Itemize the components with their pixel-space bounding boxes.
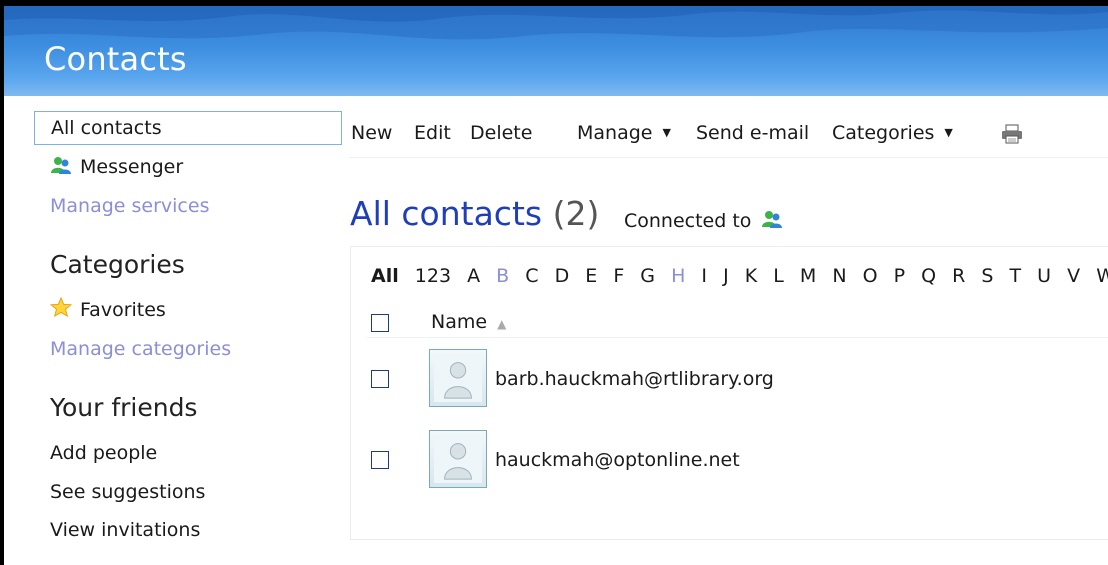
view-invitations-label: View invitations xyxy=(50,519,201,541)
alpha-filter-o[interactable]: O xyxy=(863,265,878,287)
send-email-button[interactable]: Send e-mail xyxy=(696,122,809,144)
alpha-filter-s[interactable]: S xyxy=(981,265,993,287)
categories-heading: Categories xyxy=(34,248,342,282)
select-all-checkbox[interactable] xyxy=(371,314,389,332)
view-invitations-link[interactable]: View invitations xyxy=(34,513,342,547)
header-divider xyxy=(367,337,1108,338)
avatar[interactable] xyxy=(429,349,487,407)
sidebar-item-favorites[interactable]: Favorites xyxy=(34,293,342,327)
sort-ascending-icon: ▲ xyxy=(497,317,507,331)
header-banner: Contacts xyxy=(4,6,1108,96)
contact-email[interactable]: hauckmah@optonline.net xyxy=(495,449,740,471)
alpha-filter-a[interactable]: A xyxy=(467,265,480,287)
add-people-link[interactable]: Add people xyxy=(34,436,342,470)
alpha-filter-j[interactable]: J xyxy=(723,265,729,287)
alpha-filter-f[interactable]: F xyxy=(613,265,624,287)
alpha-filter-e[interactable]: E xyxy=(585,265,597,287)
see-suggestions-label: See suggestions xyxy=(50,481,206,503)
manage-categories-label: Manage categories xyxy=(50,338,232,360)
alpha-filter-l[interactable]: L xyxy=(773,265,784,287)
avatar[interactable] xyxy=(429,430,487,488)
sidebar-item-messenger[interactable]: Messenger xyxy=(34,150,342,184)
sidebar-item-label: Favorites xyxy=(80,299,166,321)
person-silhouette-icon xyxy=(434,354,482,402)
connected-to-text: Connected to xyxy=(624,210,752,232)
caret-down-icon: ▼ xyxy=(662,126,671,139)
edit-button[interactable]: Edit xyxy=(414,122,451,144)
your-friends-heading: Your friends xyxy=(34,391,342,425)
alpha-filter-r[interactable]: R xyxy=(952,265,965,287)
column-header-name-label: Name xyxy=(431,311,488,333)
delete-button[interactable]: Delete xyxy=(470,122,532,144)
page-title-text: All contacts xyxy=(350,194,543,233)
alpha-filter-q[interactable]: Q xyxy=(921,265,936,287)
sidebar-item-label: Messenger xyxy=(80,156,184,178)
printer-icon[interactable] xyxy=(1001,124,1023,149)
manage-services-label: Manage services xyxy=(50,195,210,217)
alpha-filter-d[interactable]: D xyxy=(555,265,570,287)
window-frame: Contacts All contacts Messenger Manage s… xyxy=(4,6,1108,565)
categories-menu-label: Categories xyxy=(832,122,935,144)
messenger-icon xyxy=(50,151,72,185)
contact-count: (2) xyxy=(552,194,600,233)
sidebar-item-all-contacts[interactable]: All contacts xyxy=(34,111,342,145)
categories-heading-text: Categories xyxy=(50,250,185,279)
messenger-icon[interactable] xyxy=(761,210,783,233)
alpha-filter-123[interactable]: 123 xyxy=(415,265,451,287)
row-checkbox[interactable] xyxy=(371,370,389,388)
alpha-filter-c[interactable]: C xyxy=(525,265,538,287)
sidebar-item-label: All contacts xyxy=(51,117,162,139)
contacts-panel: All 123 A B C D E F G H I J K L M N O P … xyxy=(350,246,1108,540)
contact-email[interactable]: barb.hauckmah@rtlibrary.org xyxy=(495,368,774,390)
alphabet-filter: All 123 A B C D E F G H I J K L M N O P … xyxy=(371,265,1108,287)
your-friends-heading-text: Your friends xyxy=(50,393,198,422)
add-people-label: Add people xyxy=(50,442,158,464)
star-icon xyxy=(49,294,73,328)
column-header-name[interactable]: Name ▲ xyxy=(431,311,506,333)
categories-menu-button[interactable]: Categories ▼ xyxy=(832,122,953,144)
connected-to-label: Connected to xyxy=(624,210,783,233)
alpha-filter-all[interactable]: All xyxy=(371,265,399,287)
manage-categories-link[interactable]: Manage categories xyxy=(34,332,342,366)
row-checkbox[interactable] xyxy=(371,451,389,469)
alpha-filter-k[interactable]: K xyxy=(745,265,757,287)
alpha-filter-i[interactable]: I xyxy=(701,265,707,287)
alpha-filter-m[interactable]: M xyxy=(800,265,816,287)
person-silhouette-icon xyxy=(434,435,482,483)
alpha-filter-u[interactable]: U xyxy=(1037,265,1051,287)
alpha-filter-n[interactable]: N xyxy=(832,265,846,287)
page-header-title: Contacts xyxy=(44,40,187,78)
alpha-filter-b[interactable]: B xyxy=(496,265,509,287)
see-suggestions-link[interactable]: See suggestions xyxy=(34,475,342,509)
alpha-filter-h[interactable]: H xyxy=(671,265,685,287)
caret-down-icon: ▼ xyxy=(944,126,953,139)
new-button[interactable]: New xyxy=(351,122,392,144)
manage-menu-button[interactable]: Manage ▼ xyxy=(577,122,671,144)
alpha-filter-p[interactable]: P xyxy=(894,265,905,287)
manage-menu-label: Manage xyxy=(577,122,653,144)
alpha-filter-t[interactable]: T xyxy=(1010,265,1022,287)
manage-services-link[interactable]: Manage services xyxy=(34,189,342,223)
alpha-filter-v[interactable]: V xyxy=(1067,265,1080,287)
alpha-filter-w[interactable]: W xyxy=(1096,265,1108,287)
page-title: All contacts (2) xyxy=(350,194,599,233)
toolbar: New Edit Delete Manage ▼ Send e-mail Cate… xyxy=(349,114,1108,158)
alpha-filter-g[interactable]: G xyxy=(640,265,655,287)
